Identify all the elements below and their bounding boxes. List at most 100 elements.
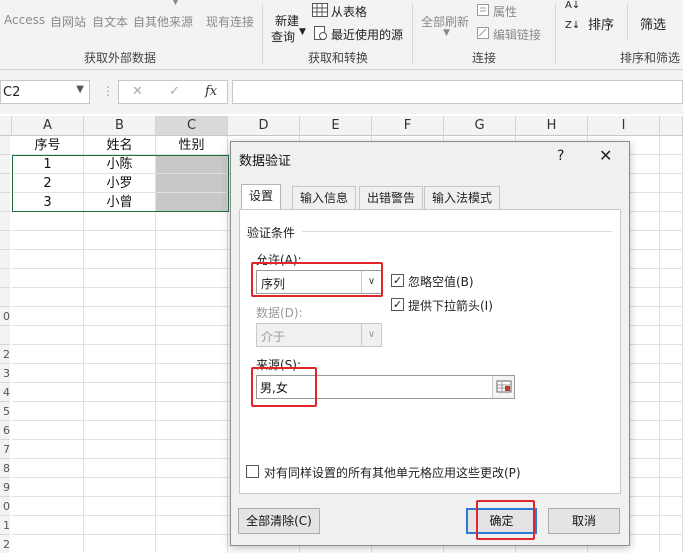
row-header[interactable]: 0 bbox=[0, 497, 10, 516]
grid-cell[interactable] bbox=[660, 440, 683, 459]
grid-cell[interactable] bbox=[156, 440, 228, 459]
grid-cell[interactable] bbox=[156, 497, 228, 516]
grid-cell[interactable] bbox=[660, 364, 683, 383]
grid-cell[interactable] bbox=[84, 535, 156, 553]
header-cell[interactable]: 序号 bbox=[12, 136, 84, 155]
grid-cell[interactable] bbox=[84, 326, 156, 345]
grid-cell[interactable] bbox=[660, 269, 683, 288]
edit-links-button[interactable]: 编辑链接 bbox=[493, 26, 541, 43]
grid-cell[interactable] bbox=[660, 288, 683, 307]
grid-cell[interactable] bbox=[660, 174, 683, 193]
grid-cell[interactable] bbox=[84, 440, 156, 459]
grid-cell[interactable] bbox=[156, 307, 228, 326]
grid-cell[interactable] bbox=[12, 478, 84, 497]
grid-cell[interactable] bbox=[156, 250, 228, 269]
grid-cell[interactable] bbox=[12, 383, 84, 402]
apply-all-checkbox[interactable] bbox=[246, 465, 259, 478]
cancel-button[interactable]: 取消 bbox=[548, 508, 620, 534]
grid-cell[interactable] bbox=[12, 421, 84, 440]
grid-cell[interactable] bbox=[12, 459, 84, 478]
tab-ime-mode[interactable]: 输入法模式 bbox=[424, 186, 501, 210]
new-query-button[interactable]: 新建 bbox=[275, 12, 299, 29]
grid-cell[interactable] bbox=[660, 421, 683, 440]
name-box[interactable]: C2 ▼ bbox=[0, 80, 90, 104]
help-icon[interactable]: ? bbox=[557, 148, 564, 164]
grid-cell[interactable] bbox=[156, 326, 228, 345]
grid-cell[interactable] bbox=[84, 497, 156, 516]
grid-cell[interactable] bbox=[156, 212, 228, 231]
grid-cell[interactable] bbox=[660, 250, 683, 269]
name-box-dropdown-icon[interactable]: ▼ bbox=[76, 84, 84, 95]
grid-cell[interactable] bbox=[156, 269, 228, 288]
ignore-blank-checkbox[interactable]: ✓ bbox=[391, 274, 404, 287]
from-table-button[interactable]: 从表格 bbox=[331, 3, 367, 20]
grid-cell[interactable] bbox=[660, 383, 683, 402]
select-all-corner[interactable] bbox=[0, 116, 12, 136]
grid-cell[interactable] bbox=[84, 402, 156, 421]
enter-icon[interactable]: ✓ bbox=[169, 84, 180, 99]
tab-input-message[interactable]: 输入信息 bbox=[292, 186, 357, 210]
grid-cell[interactable] bbox=[660, 193, 683, 212]
grid-cell[interactable] bbox=[660, 136, 683, 155]
column-header[interactable]: A bbox=[12, 116, 84, 136]
grid-cell[interactable] bbox=[84, 288, 156, 307]
grid-cell[interactable] bbox=[156, 364, 228, 383]
insert-function-icon[interactable]: fx bbox=[205, 84, 217, 99]
grid-cell[interactable] bbox=[660, 307, 683, 326]
tab-settings[interactable]: 设置 bbox=[241, 184, 282, 210]
row-header[interactable] bbox=[0, 231, 10, 250]
column-header[interactable]: D bbox=[228, 116, 300, 136]
grid-cell[interactable] bbox=[84, 478, 156, 497]
row-header[interactable] bbox=[0, 174, 10, 193]
column-header[interactable]: E bbox=[300, 116, 372, 136]
row-header[interactable]: 2 bbox=[0, 535, 10, 553]
column-header[interactable]: C bbox=[156, 116, 228, 136]
grid-cell[interactable] bbox=[156, 516, 228, 535]
grid-cell[interactable] bbox=[660, 535, 683, 553]
row-header[interactable] bbox=[0, 212, 10, 231]
new-query-button-line2[interactable]: 查询 bbox=[271, 28, 295, 45]
column-header[interactable]: B bbox=[84, 116, 156, 136]
grid-cell[interactable] bbox=[84, 212, 156, 231]
grid-cell[interactable] bbox=[12, 250, 84, 269]
in-cell-dropdown-checkbox[interactable]: ✓ bbox=[391, 298, 404, 311]
grid-cell[interactable] bbox=[156, 459, 228, 478]
from-text-button[interactable]: 自文本 bbox=[92, 13, 128, 30]
grid-cell[interactable] bbox=[84, 516, 156, 535]
header-cell[interactable]: 姓名 bbox=[84, 136, 156, 155]
grid-cell[interactable] bbox=[156, 402, 228, 421]
from-web-button[interactable]: 自网站 bbox=[50, 13, 86, 30]
properties-button[interactable]: 属性 bbox=[493, 3, 517, 20]
in-cell-dropdown-label[interactable]: 提供下拉箭头(I) bbox=[408, 297, 493, 314]
grid-cell[interactable] bbox=[660, 516, 683, 535]
existing-connections-button[interactable]: 现有连接 bbox=[206, 13, 254, 30]
grid-cell[interactable] bbox=[84, 345, 156, 364]
row-header[interactable]: 7 bbox=[0, 440, 10, 459]
row-header[interactable]: 2 bbox=[0, 345, 10, 364]
grid-cell[interactable] bbox=[12, 326, 84, 345]
grid-cell[interactable] bbox=[12, 402, 84, 421]
column-header[interactable]: F bbox=[372, 116, 444, 136]
grid-cell[interactable] bbox=[84, 459, 156, 478]
grid-cell[interactable] bbox=[156, 535, 228, 553]
column-header[interactable]: I bbox=[588, 116, 660, 136]
sort-button[interactable]: 排序 bbox=[588, 14, 614, 33]
grid-cell[interactable] bbox=[84, 250, 156, 269]
collapse-dialog-button[interactable] bbox=[492, 376, 514, 398]
grid-cell[interactable] bbox=[660, 478, 683, 497]
grid-cell[interactable] bbox=[12, 497, 84, 516]
grid-cell[interactable] bbox=[84, 364, 156, 383]
grid-cell[interactable] bbox=[156, 478, 228, 497]
grid-cell[interactable] bbox=[84, 269, 156, 288]
grid-cell[interactable] bbox=[660, 155, 683, 174]
column-header[interactable] bbox=[660, 116, 683, 136]
grid-cell[interactable] bbox=[660, 231, 683, 250]
filter-button[interactable]: 筛选 bbox=[640, 14, 666, 33]
row-header[interactable] bbox=[0, 269, 10, 288]
grid-cell[interactable] bbox=[156, 383, 228, 402]
row-header[interactable]: 3 bbox=[0, 364, 10, 383]
tab-error-alert[interactable]: 出错警告 bbox=[359, 186, 424, 210]
apply-all-label[interactable]: 对有同样设置的所有其他单元格应用这些更改(P) bbox=[264, 464, 521, 481]
grid-cell[interactable] bbox=[156, 345, 228, 364]
grid-cell[interactable] bbox=[84, 383, 156, 402]
